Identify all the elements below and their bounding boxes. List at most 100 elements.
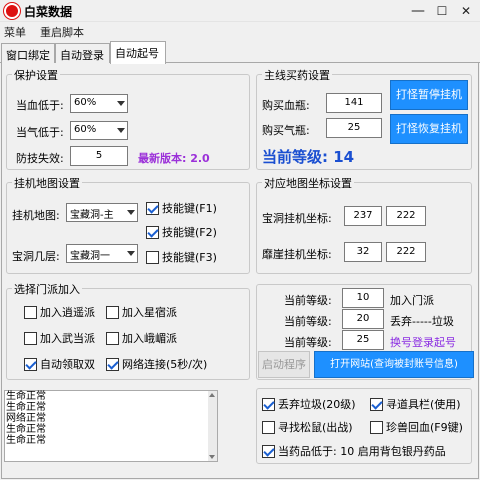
find-squirrel-checkbox[interactable]: 寻找松鼠(出战) bbox=[262, 419, 353, 435]
skill-fail-label: 防技失效: bbox=[16, 152, 64, 165]
afk-map-label: 挂机地图: bbox=[12, 209, 60, 222]
baodong-y-input[interactable]: 222 bbox=[386, 206, 426, 226]
level-row-1-input[interactable]: 10 bbox=[342, 288, 384, 308]
find-squirrel-label: 寻找松鼠(出战) bbox=[278, 421, 353, 434]
discard-junk-label: 丢弃垃圾(20级) bbox=[278, 398, 356, 411]
join-wudang-label: 加入武当派 bbox=[40, 332, 95, 345]
window-title: 白菜数据 bbox=[24, 5, 73, 19]
pet-heal-checkbox[interactable]: 珍兽回血(F9键) bbox=[370, 419, 463, 435]
resume-afk-button[interactable]: 打怪恢复挂机 bbox=[390, 114, 468, 144]
discard-junk-checkbox[interactable]: 丢弃垃圾(20级) bbox=[262, 396, 356, 412]
join-emei-checkbox[interactable]: 加入峨嵋派 bbox=[106, 330, 177, 346]
level-row-2-input[interactable]: 20 bbox=[342, 309, 384, 329]
log-line: 生命正常 bbox=[6, 424, 46, 435]
checkbox-empty-icon bbox=[262, 420, 275, 434]
pause-afk-button[interactable]: 打怪暂停挂机 bbox=[390, 80, 468, 110]
scroll-up-icon[interactable] bbox=[209, 393, 215, 397]
buy-hp-label: 购买血瓶: bbox=[262, 99, 310, 112]
level-row-3-label: 当前等级: bbox=[284, 336, 332, 349]
checkbox-empty-icon bbox=[24, 331, 37, 345]
checkbox-checked-icon bbox=[262, 397, 275, 411]
skill-f3-checkbox[interactable]: 技能键(F3) bbox=[146, 249, 217, 265]
buy-mp-input[interactable]: 25 bbox=[326, 118, 382, 138]
network-connect-label: 网络连接(5秒/次) bbox=[122, 358, 208, 371]
buy-hp-input[interactable]: 141 bbox=[326, 93, 382, 113]
baodong-coords-label: 宝洞挂机坐标: bbox=[262, 212, 332, 225]
protect-settings-title: 保护设置 bbox=[12, 67, 60, 83]
baodong-x-input[interactable]: 237 bbox=[344, 206, 382, 226]
checkbox-checked-icon bbox=[146, 201, 159, 215]
mp-threshold-label: 当气低于: bbox=[16, 126, 64, 139]
current-level-display: 当前等级: 14 bbox=[262, 148, 355, 166]
skill-f1-checkbox[interactable]: 技能键(F1) bbox=[146, 200, 217, 216]
moya-x-input[interactable]: 32 bbox=[344, 242, 382, 262]
buy-mp-label: 购买气瓶: bbox=[262, 124, 310, 137]
join-xingxiu-checkbox[interactable]: 加入星宿派 bbox=[106, 304, 177, 320]
buy-potion-title: 主线买药设置 bbox=[262, 67, 332, 83]
afk-map-title: 挂机地图设置 bbox=[12, 175, 82, 191]
start-program-button[interactable]: 启动程序 bbox=[258, 351, 310, 378]
skill-f2-checkbox[interactable]: 技能键(F2) bbox=[146, 224, 217, 240]
mp-threshold-value: 60% bbox=[74, 124, 97, 135]
tab-window-bind[interactable]: 窗口绑定 bbox=[1, 43, 55, 63]
network-connect-checkbox[interactable]: 网络连接(5秒/次) bbox=[106, 356, 207, 372]
menu-item-restart-script[interactable]: 重启脚本 bbox=[40, 24, 84, 40]
afk-map-select[interactable]: 宝藏洞-主 bbox=[66, 203, 138, 222]
log-line: 网络正常 bbox=[6, 413, 46, 424]
afk-map-value: 宝藏洞-主 bbox=[70, 210, 114, 221]
join-emei-label: 加入峨嵋派 bbox=[122, 332, 177, 345]
close-button[interactable]: ✕ bbox=[454, 0, 478, 22]
chevron-down-icon bbox=[117, 128, 125, 133]
app-logo-icon bbox=[4, 3, 20, 19]
log-line: 生命正常 bbox=[6, 435, 46, 446]
scroll-down-icon[interactable] bbox=[209, 455, 215, 459]
skill-f3-label: 技能键(F3) bbox=[162, 251, 217, 264]
level-row-3-input[interactable]: 25 bbox=[342, 330, 384, 350]
sect-title: 选择门派加入 bbox=[12, 281, 82, 297]
tab-auto-login[interactable]: 自动登录 bbox=[55, 43, 110, 63]
join-wudang-checkbox[interactable]: 加入武当派 bbox=[24, 330, 95, 346]
find-item-bar-label: 寻道具栏(使用) bbox=[386, 398, 461, 411]
tab-auto-level[interactable]: 自动起号 bbox=[110, 41, 166, 64]
hp-threshold-select[interactable]: 60% bbox=[70, 94, 128, 113]
log-scrollbar[interactable] bbox=[208, 391, 217, 461]
checkbox-empty-icon bbox=[106, 305, 119, 319]
find-item-bar-checkbox[interactable]: 寻道具栏(使用) bbox=[370, 396, 461, 412]
maximize-button[interactable]: ☐ bbox=[430, 0, 454, 22]
hp-threshold-label: 当血低于: bbox=[16, 99, 64, 112]
open-website-button[interactable]: 打开网站(查询被封账号信息) bbox=[314, 351, 474, 378]
auto-claim-double-checkbox[interactable]: 自动领取双 bbox=[24, 356, 95, 372]
level-row-2-label: 当前等级: bbox=[284, 315, 332, 328]
minimize-button[interactable]: — bbox=[406, 0, 430, 22]
join-xiaoyao-checkbox[interactable]: 加入逍遥派 bbox=[24, 304, 95, 320]
floor-select[interactable]: 宝藏洞一 bbox=[66, 244, 138, 263]
moya-y-input[interactable]: 222 bbox=[386, 242, 426, 262]
chevron-down-icon bbox=[127, 251, 135, 256]
skill-fail-input[interactable]: 5 bbox=[70, 146, 128, 166]
mp-threshold-select[interactable]: 60% bbox=[70, 121, 128, 140]
level-row-1-label: 当前等级: bbox=[284, 294, 332, 307]
checkbox-empty-icon bbox=[370, 420, 383, 434]
version-text: 最新版本: 2.0 bbox=[138, 152, 210, 165]
skill-f2-label: 技能键(F2) bbox=[162, 226, 217, 239]
hp-threshold-value: 60% bbox=[74, 97, 97, 108]
checkbox-empty-icon bbox=[146, 250, 159, 264]
chevron-down-icon bbox=[117, 101, 125, 106]
moya-coords-label: 靡崖挂机坐标: bbox=[262, 248, 332, 261]
skill-f1-label: 技能键(F1) bbox=[162, 202, 217, 215]
map-coords-title: 对应地图坐标设置 bbox=[262, 175, 354, 191]
checkbox-checked-icon bbox=[262, 444, 275, 458]
low-potion-label: 当药品低于: 10 启用背包银丹药品 bbox=[278, 445, 446, 458]
checkbox-empty-icon bbox=[106, 331, 119, 345]
floor-label: 宝洞几层: bbox=[12, 250, 60, 263]
auto-claim-double-label: 自动领取双 bbox=[40, 358, 95, 371]
level-row-1-note: 加入门派 bbox=[390, 294, 434, 307]
low-potion-checkbox[interactable]: 当药品低于: 10 启用背包银丹药品 bbox=[262, 443, 446, 459]
checkbox-empty-icon bbox=[24, 305, 37, 319]
log-line: 生命正常 bbox=[6, 402, 46, 413]
join-xiaoyao-label: 加入逍遥派 bbox=[40, 306, 95, 319]
pet-heal-label: 珍兽回血(F9键) bbox=[386, 421, 463, 434]
level-row-3-note: 换号登录起号 bbox=[390, 336, 456, 349]
menu-item-menu[interactable]: 菜单 bbox=[4, 24, 26, 40]
join-xingxiu-label: 加入星宿派 bbox=[122, 306, 177, 319]
